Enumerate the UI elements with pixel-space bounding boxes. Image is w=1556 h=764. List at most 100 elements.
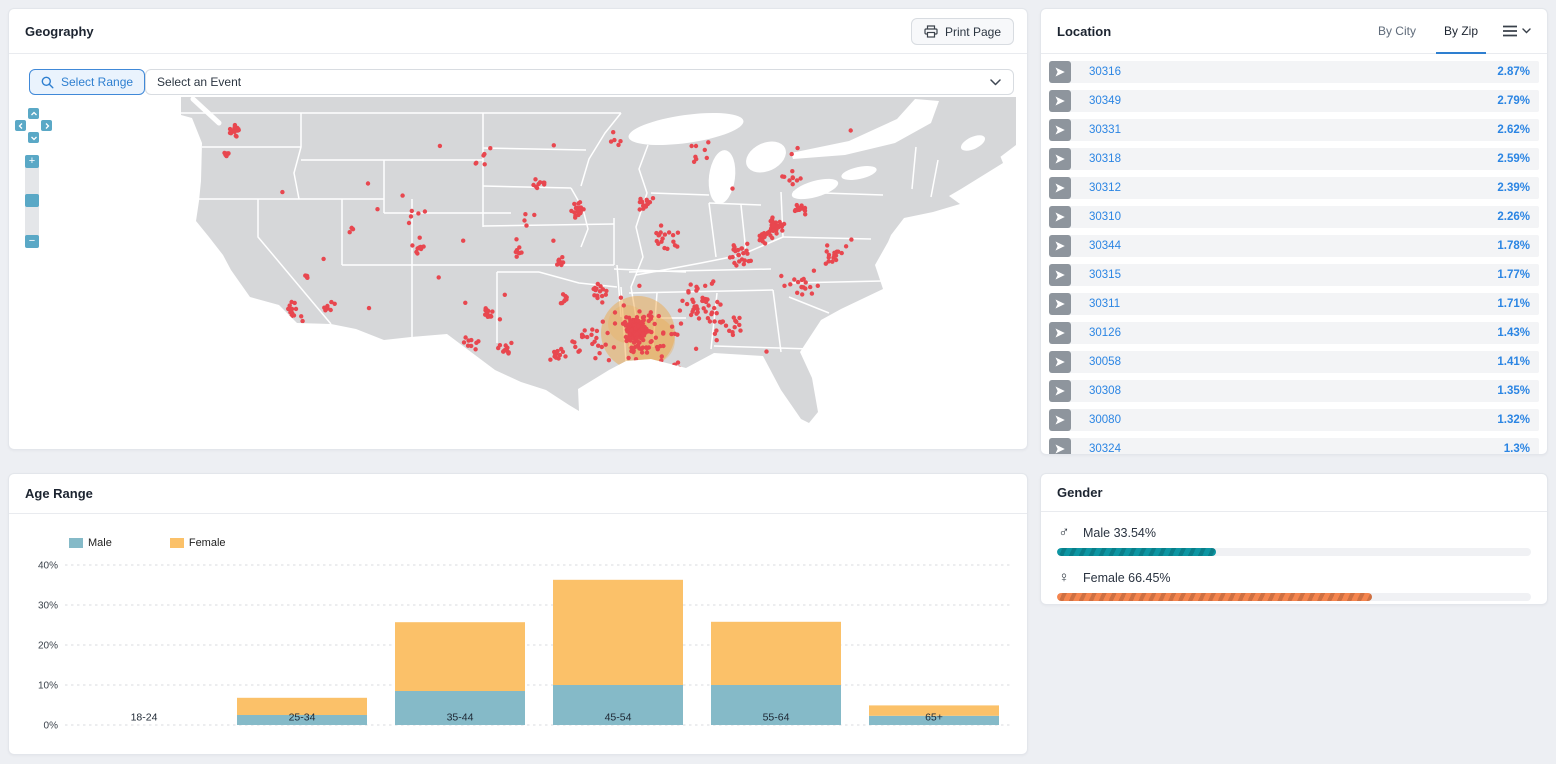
print-page-button[interactable]: Print Page bbox=[911, 18, 1014, 45]
event-select-value: Select an Event bbox=[157, 75, 241, 89]
zip-link[interactable]: 30318 bbox=[1089, 153, 1121, 165]
printer-icon bbox=[924, 25, 938, 38]
navigate-icon[interactable] bbox=[1049, 264, 1071, 286]
pan-up-button[interactable] bbox=[28, 108, 39, 119]
female-progress-fill bbox=[1057, 593, 1372, 601]
us-map-canvas[interactable] bbox=[181, 97, 1016, 435]
zoom-in-button[interactable]: + bbox=[25, 155, 39, 168]
navigate-icon[interactable] bbox=[1049, 61, 1071, 83]
zip-row[interactable]: 303241.3% bbox=[1049, 438, 1539, 455]
svg-text:20%: 20% bbox=[38, 641, 58, 652]
map-land bbox=[181, 97, 1016, 423]
zip-row[interactable]: 30308 1.35% bbox=[1049, 380, 1539, 402]
chevron-down-icon bbox=[990, 79, 1001, 86]
map-pan-control bbox=[15, 108, 52, 145]
zip-percentage: 1.32% bbox=[1497, 414, 1539, 426]
gender-body: ♂ Male 33.54% ♀ Female 66.45% bbox=[1041, 512, 1547, 601]
zip-row[interactable]: 303162.87% bbox=[1049, 61, 1539, 83]
map-area: + − bbox=[9, 95, 1027, 447]
zip-link[interactable]: 30344 bbox=[1089, 240, 1121, 252]
pan-left-button[interactable] bbox=[15, 120, 26, 131]
zip-percentage: 1.35% bbox=[1497, 385, 1539, 397]
female-icon: ♀ bbox=[1057, 569, 1071, 586]
zip-link[interactable]: 30080 bbox=[1089, 414, 1121, 426]
navigate-icon[interactable] bbox=[1049, 380, 1071, 402]
navigate-icon[interactable] bbox=[1049, 206, 1071, 228]
gender-title: Gender bbox=[1057, 485, 1103, 500]
tab-by-city[interactable]: By City bbox=[1364, 9, 1430, 53]
list-options-menu[interactable] bbox=[1502, 25, 1531, 37]
zip-link[interactable]: 30308 bbox=[1089, 385, 1121, 397]
age-range-panel: Age Range Male Female 0%10%20%30%40%18-2… bbox=[8, 473, 1028, 755]
zip-percentage: 2.26% bbox=[1497, 211, 1539, 223]
zip-percentage: 1.41% bbox=[1497, 356, 1539, 368]
gender-row-male: ♂ Male 33.54% bbox=[1057, 524, 1531, 556]
zip-link[interactable]: 30310 bbox=[1089, 211, 1121, 223]
navigate-icon[interactable] bbox=[1049, 119, 1071, 141]
zip-link[interactable]: 30058 bbox=[1089, 356, 1121, 368]
zip-row[interactable]: 303111.71% bbox=[1049, 293, 1539, 315]
zip-percentage: 2.62% bbox=[1497, 124, 1539, 136]
zip-link[interactable]: 30349 bbox=[1089, 95, 1121, 107]
zip-link[interactable]: 30312 bbox=[1089, 182, 1121, 194]
female-value-label: Female 66.45% bbox=[1083, 571, 1171, 585]
hamburger-icon bbox=[1502, 25, 1518, 37]
svg-text:65+: 65+ bbox=[925, 712, 943, 724]
geography-header: Geography Print Page bbox=[9, 9, 1027, 54]
navigate-icon[interactable] bbox=[1049, 235, 1071, 257]
age-chart-wrap: 0%10%20%30%40%18-2425-3435-4445-5455-646… bbox=[9, 553, 1027, 754]
female-progress-track bbox=[1057, 593, 1531, 601]
pan-down-button[interactable] bbox=[28, 132, 39, 143]
zip-link[interactable]: 30315 bbox=[1089, 269, 1121, 281]
zip-row[interactable]: 30331 2.62% bbox=[1049, 119, 1539, 141]
zip-percentage: 1.78% bbox=[1497, 240, 1539, 252]
location-title: Location bbox=[1057, 24, 1111, 39]
navigate-icon[interactable] bbox=[1049, 351, 1071, 373]
select-range-button[interactable]: Select Range bbox=[29, 69, 145, 95]
zip-row[interactable]: 30312 2.39% bbox=[1049, 177, 1539, 199]
navigate-icon[interactable] bbox=[1049, 90, 1071, 112]
navigate-icon[interactable] bbox=[1049, 322, 1071, 344]
zip-percentage: 2.79% bbox=[1497, 95, 1539, 107]
male-value-label: Male 33.54% bbox=[1083, 526, 1156, 540]
pan-right-button[interactable] bbox=[41, 120, 52, 131]
svg-text:25-34: 25-34 bbox=[289, 712, 316, 724]
legend-item-male: Male bbox=[69, 537, 112, 549]
zip-row[interactable]: 30058 1.41% bbox=[1049, 351, 1539, 373]
zoom-out-button[interactable]: − bbox=[25, 235, 39, 248]
navigate-icon[interactable] bbox=[1049, 293, 1071, 315]
zip-row[interactable]: 30344 1.78% bbox=[1049, 235, 1539, 257]
zip-link[interactable]: 30331 bbox=[1089, 124, 1121, 136]
legend-item-female: Female bbox=[170, 537, 226, 549]
geography-controls: Select Range Select an Event bbox=[9, 54, 1027, 95]
zip-row[interactable]: 30315 1.77% bbox=[1049, 264, 1539, 286]
zip-row[interactable]: 30080 1.32% bbox=[1049, 409, 1539, 431]
zip-row[interactable]: 30310 2.26% bbox=[1049, 206, 1539, 228]
zip-percentage: 1.77% bbox=[1497, 269, 1539, 281]
navigate-icon[interactable] bbox=[1049, 438, 1071, 455]
navigate-icon[interactable] bbox=[1049, 148, 1071, 170]
location-header: Location By City By Zip bbox=[1041, 9, 1547, 54]
zip-row[interactable]: 301261.43% bbox=[1049, 322, 1539, 344]
zip-link[interactable]: 30324 bbox=[1089, 443, 1121, 455]
zip-link[interactable]: 30311 bbox=[1089, 298, 1120, 310]
zip-row[interactable]: 303182.59% bbox=[1049, 148, 1539, 170]
male-legend-label: Male bbox=[88, 537, 112, 549]
zip-link[interactable]: 30126 bbox=[1089, 327, 1121, 339]
svg-text:35-44: 35-44 bbox=[447, 712, 474, 724]
navigate-icon[interactable] bbox=[1049, 177, 1071, 199]
navigate-icon[interactable] bbox=[1049, 409, 1071, 431]
zip-row[interactable]: 30349 2.79% bbox=[1049, 90, 1539, 112]
event-select[interactable]: Select an Event bbox=[145, 69, 1014, 95]
age-range-title: Age Range bbox=[25, 486, 93, 501]
zip-percentage: 2.39% bbox=[1497, 182, 1539, 194]
zoom-slider-handle[interactable] bbox=[25, 194, 39, 207]
location-panel: Location By City By Zip bbox=[1040, 8, 1548, 455]
location-tabs: By City By Zip bbox=[1364, 9, 1531, 53]
tab-by-zip[interactable]: By Zip bbox=[1430, 9, 1492, 53]
age-chart-canvas: 0%10%20%30%40%18-2425-3435-4445-5455-646… bbox=[13, 555, 1021, 749]
male-legend-swatch bbox=[69, 538, 83, 548]
chevron-down-icon bbox=[1522, 28, 1531, 34]
zip-link[interactable]: 30316 bbox=[1089, 66, 1121, 78]
female-legend-swatch bbox=[170, 538, 184, 548]
